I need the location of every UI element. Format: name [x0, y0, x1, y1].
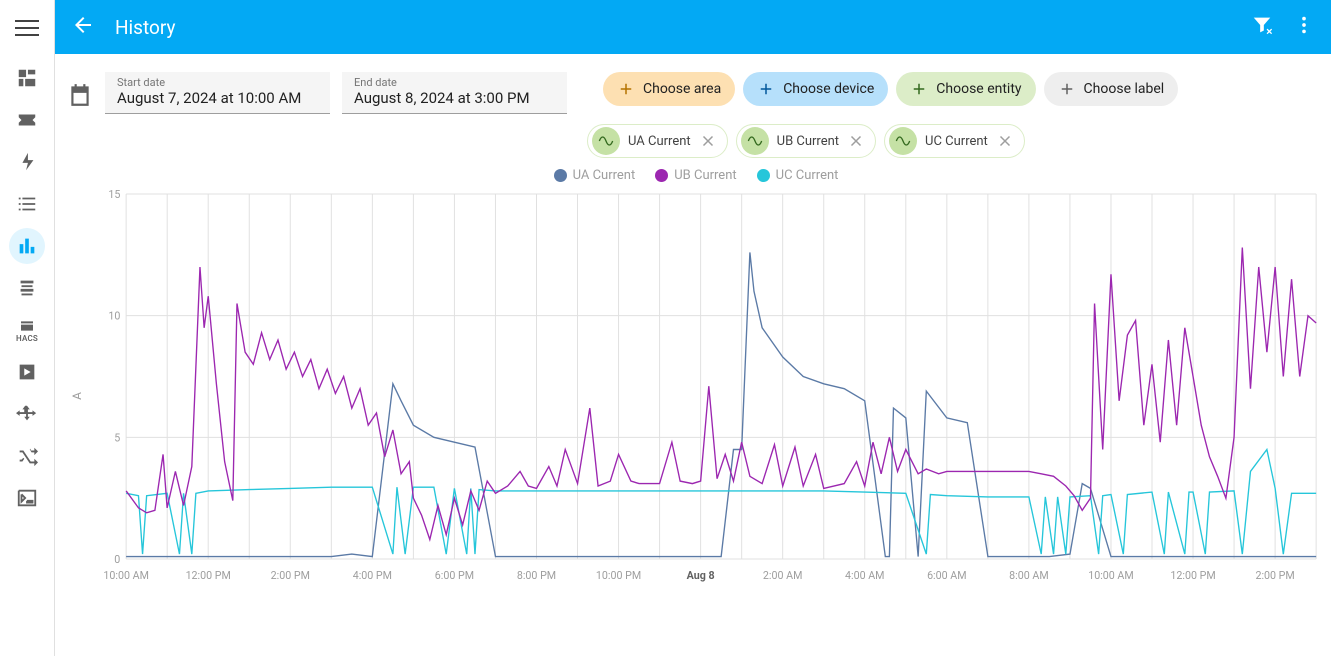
sidebar-item-logbook[interactable] — [9, 102, 45, 138]
legend-label: UA Current — [573, 168, 636, 183]
topbar: History — [55, 0, 1331, 54]
start-date-label: Start date — [117, 76, 318, 89]
choose-area-chip[interactable]: Choose area — [603, 72, 735, 106]
entity-chip: UA Current — [587, 124, 728, 158]
svg-text:8:00 AM: 8:00 AM — [1009, 569, 1049, 582]
start-date-input[interactable]: Start date August 7, 2024 at 10:00 AM — [105, 72, 330, 114]
calendar-icon — [67, 72, 93, 112]
end-date-value: August 8, 2024 at 3:00 PM — [354, 89, 555, 107]
choose-entity-chip[interactable]: Choose entity — [896, 72, 1035, 106]
chart-legend: UA Current UB Current UC Current — [67, 168, 1325, 183]
svg-text:5: 5 — [114, 431, 120, 444]
sidebar-item-energy[interactable] — [9, 144, 45, 180]
svg-text:15: 15 — [108, 189, 120, 201]
svg-text:10:00 PM: 10:00 PM — [596, 569, 641, 582]
filter-clear-icon[interactable] — [1251, 14, 1273, 40]
close-icon[interactable] — [699, 132, 717, 150]
legend-label: UB Current — [674, 168, 736, 183]
legend-label: UC Current — [776, 168, 839, 183]
svg-text:6:00 PM: 6:00 PM — [435, 569, 474, 582]
svg-text:12:00 PM: 12:00 PM — [1170, 569, 1215, 582]
sidebar-item-history[interactable] — [9, 228, 45, 264]
legend-dot — [655, 169, 668, 182]
sidebar-item-media[interactable] — [9, 354, 45, 390]
entity-chip-label: UB Current — [777, 134, 839, 149]
svg-text:10:00 AM: 10:00 AM — [1088, 569, 1133, 582]
content: Start date August 7, 2024 at 10:00 AM En… — [55, 54, 1331, 656]
entity-chip-label: UC Current — [925, 134, 988, 149]
sidebar-item-hacs[interactable]: HACS — [9, 312, 45, 348]
start-date-value: August 7, 2024 at 10:00 AM — [117, 89, 318, 107]
main: History Start date August 7, 2024 at 10:… — [55, 0, 1331, 656]
back-button[interactable] — [71, 13, 95, 41]
sidebar-item-integrations[interactable] — [9, 396, 45, 432]
sidebar-item-overview[interactable] — [9, 60, 45, 96]
svg-text:2:00 AM: 2:00 AM — [763, 569, 803, 582]
svg-text:10: 10 — [108, 310, 120, 323]
sine-icon — [741, 127, 769, 155]
svg-text:8:00 PM: 8:00 PM — [517, 569, 556, 582]
end-date-input[interactable]: End date August 8, 2024 at 3:00 PM — [342, 72, 567, 114]
legend-dot — [554, 169, 567, 182]
sine-icon — [889, 127, 917, 155]
legend-item[interactable]: UB Current — [655, 168, 736, 183]
kebab-menu[interactable] — [1293, 14, 1315, 40]
sidebar-item-list[interactable] — [9, 186, 45, 222]
svg-text:6:00 AM: 6:00 AM — [927, 569, 967, 582]
y-axis-label: A — [70, 392, 84, 400]
page-title: History — [115, 16, 175, 39]
end-date-label: End date — [354, 76, 555, 89]
legend-item[interactable]: UA Current — [554, 168, 636, 183]
sidebar-item-devtools[interactable] — [9, 270, 45, 306]
hamburger-menu[interactable] — [15, 16, 39, 40]
legend-dot — [757, 169, 770, 182]
svg-text:2:00 PM: 2:00 PM — [271, 569, 310, 582]
entity-chip: UC Current — [884, 124, 1025, 158]
svg-text:4:00 AM: 4:00 AM — [845, 569, 885, 582]
svg-text:10:00 AM: 10:00 AM — [103, 569, 148, 582]
svg-text:2:00 PM: 2:00 PM — [1255, 569, 1294, 582]
choose-device-chip[interactable]: Choose device — [743, 72, 888, 106]
close-icon[interactable] — [996, 132, 1014, 150]
entity-chip-label: UA Current — [628, 134, 691, 149]
chart: A 05101510:00 AM12:00 PM2:00 PM4:00 PM6:… — [97, 189, 1321, 589]
svg-text:4:00 PM: 4:00 PM — [353, 569, 392, 582]
sidebar-item-terminal[interactable] — [9, 480, 45, 516]
sidebar: HACS — [0, 0, 55, 656]
svg-text:12:00 PM: 12:00 PM — [186, 569, 231, 582]
svg-text:Aug 8: Aug 8 — [687, 569, 715, 582]
entity-chip-row: UA Current UB Current UC Current — [587, 124, 1325, 158]
sidebar-item-shuffle[interactable] — [9, 438, 45, 474]
legend-item[interactable]: UC Current — [757, 168, 839, 183]
sine-icon — [592, 127, 620, 155]
close-icon[interactable] — [847, 132, 865, 150]
svg-text:0: 0 — [114, 553, 120, 566]
entity-chip: UB Current — [736, 124, 876, 158]
choose-label-chip[interactable]: Choose label — [1044, 72, 1179, 106]
